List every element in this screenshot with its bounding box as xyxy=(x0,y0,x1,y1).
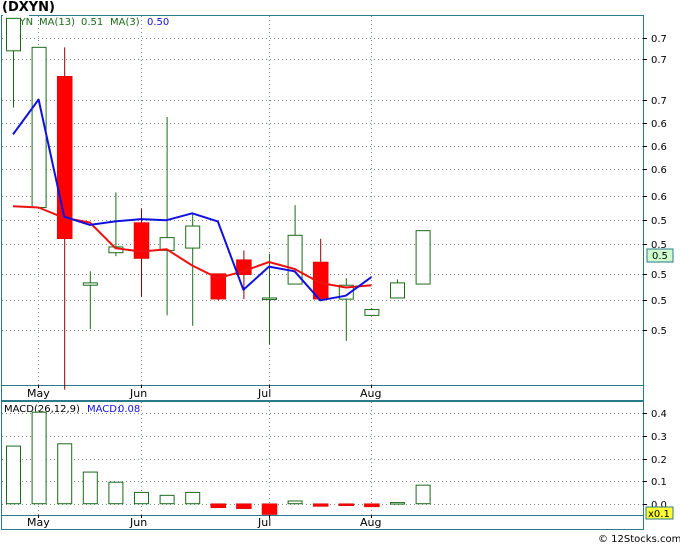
candle xyxy=(364,308,380,316)
last-price-label: 0.5 xyxy=(652,251,668,262)
macd-scale-note: x0.1 xyxy=(648,509,670,520)
macd-bar-positive xyxy=(287,500,303,505)
price-tick-label: 0.7 xyxy=(651,96,667,107)
price-tick-label: 0.6 xyxy=(651,142,667,153)
macd-bar-positive xyxy=(134,491,149,505)
macd-tick-label: 0.4 xyxy=(651,409,667,420)
legend-macd-value: 0.08 xyxy=(118,404,140,415)
candle-body-up xyxy=(364,309,380,316)
macd-bar-positive xyxy=(159,494,175,505)
candle-body-up xyxy=(82,282,98,286)
legend-ma13-label: MA(13) xyxy=(39,17,75,28)
macd-bar-positive xyxy=(31,411,47,505)
candle xyxy=(415,230,431,285)
price-tick-label: 0.5 xyxy=(651,270,667,281)
price-xaxis-band xyxy=(1,385,644,401)
legend-ma3-label: MA(3) xyxy=(110,17,140,28)
macd-bar-negative xyxy=(312,503,329,507)
macd-bar-positive xyxy=(82,471,98,505)
macd-scale-tag: x0.1 xyxy=(645,506,674,520)
price-tick-label: 0.7 xyxy=(651,55,667,66)
last-price-tag: 0.5 xyxy=(646,248,674,263)
macd-bar-negative xyxy=(364,503,380,508)
price-tick-label: 0.5 xyxy=(651,216,667,227)
price-tick-label: 0.6 xyxy=(651,192,667,203)
macd-y-ticks: 0.40.30.20.10.0 xyxy=(643,409,667,511)
price-tick-label: 0.6 xyxy=(651,165,667,176)
macd-bar-negative xyxy=(210,503,227,509)
legend-ma3-value: 0.50 xyxy=(147,17,169,28)
macd-bar-positive xyxy=(390,502,405,505)
candle-body-up xyxy=(262,297,277,300)
macd-legend: MACD(26,12,9) MACD: 0.08 xyxy=(4,404,140,415)
macd-bar-positive xyxy=(185,491,201,505)
month-label-macd: Aug xyxy=(360,516,381,529)
macd-bar-positive xyxy=(57,443,73,505)
candle-body-down xyxy=(133,222,150,259)
month-label-price: Aug xyxy=(360,387,381,400)
macd-bar-positive xyxy=(6,445,21,505)
legend-macd-label: MACD: xyxy=(87,404,120,415)
price-tick-label: 0.5 xyxy=(651,326,667,337)
macd-tick-label: 0.3 xyxy=(651,432,667,443)
price-tick-label: 0.6 xyxy=(651,119,667,130)
month-label-price: Jul xyxy=(257,387,271,400)
chart-title: (DXYN) xyxy=(2,0,55,15)
macd-tick-label: 0.1 xyxy=(651,477,667,488)
macd-bar-negative xyxy=(338,503,355,506)
price-tick-label: 0.7 xyxy=(651,34,667,45)
macd-bar-negative xyxy=(261,503,278,515)
macd-bar-positive xyxy=(108,481,124,505)
month-label-price: Jun xyxy=(129,387,147,400)
candle-body-up xyxy=(185,225,201,249)
macd-bar-positive xyxy=(415,484,431,505)
macd-tick-label: 0.2 xyxy=(651,455,667,466)
month-label-macd: Jun xyxy=(129,516,147,529)
macd-xaxis-band xyxy=(1,515,644,530)
month-label-price: May xyxy=(27,387,50,400)
price-tick-label: 0.5 xyxy=(651,296,667,307)
macd-bar-negative xyxy=(236,503,252,509)
candle-body-up xyxy=(415,230,431,285)
price-y-ticks: 0.7 0.7 0.7 0.6 0.6 0.6 0.6 0.5 0.5 0.5 0.5 0.5 xyxy=(643,34,667,337)
credit-text: © 12Stocks.com xyxy=(598,534,680,545)
stock-chart: (DXYN) DXYN MA(13) 0.51 MA(3) 0.50 MACD(… xyxy=(1,0,680,545)
candle-body-up xyxy=(6,17,21,52)
candle-body-up xyxy=(390,282,405,299)
legend-ma13-value: 0.51 xyxy=(81,17,103,28)
